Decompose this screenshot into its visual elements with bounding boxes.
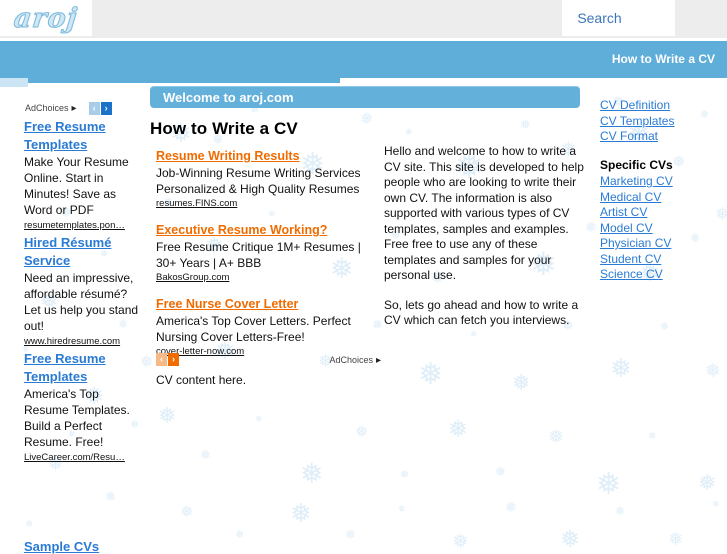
nav-section-heading: Specific CVs <box>600 157 673 172</box>
ad-title[interactable]: Free Resume Templates <box>24 118 142 154</box>
ad-item: Hired Résumé Service Need an impressive, … <box>24 234 142 349</box>
ad-url[interactable]: www.hiredresume.com <box>24 334 142 349</box>
nav-link-student-cv[interactable]: Student CV <box>600 252 727 268</box>
mid-ad-footer: ‹ › AdChoices ▸ <box>156 352 381 366</box>
welcome-bar: Welcome to aroj.com <box>150 86 580 108</box>
ad-url[interactable]: LiveCareer.com/Resu… <box>24 450 142 465</box>
ad-body: Job-Winning Resume Writing Services Pers… <box>156 166 361 196</box>
nav-link-science-cv[interactable]: Science CV <box>600 267 727 283</box>
ad-title[interactable]: Resume Writing Results <box>156 148 378 165</box>
ad-url[interactable]: BakosGroup.com <box>156 271 378 285</box>
left-ad-prev-button[interactable]: ‹ <box>88 101 100 115</box>
ad-url[interactable]: resumes.FINS.com <box>156 197 378 211</box>
ad-body: America's Top Cover Letters. Perfect Nur… <box>156 314 351 344</box>
article-body: Hello and welcome to how to write a CV s… <box>384 144 591 343</box>
nav-link-medical-cv[interactable]: Medical CV <box>600 190 727 206</box>
welcome-bar-text: Welcome to aroj.com <box>163 89 294 105</box>
nav-link-artist-cv[interactable]: Artist CV <box>600 205 727 221</box>
article-paragraph: Hello and welcome to how to write a CV s… <box>384 144 584 282</box>
adchoices-label[interactable]: AdChoices <box>25 103 69 113</box>
ad-title[interactable]: Hired Résumé Service <box>24 234 142 270</box>
left-ad-column: AdChoices ▸ ‹ › Free Resume Templates Mak… <box>0 96 148 554</box>
ad-title[interactable]: Free Nurse Cover Letter <box>156 296 378 313</box>
mid-adchoices-group: AdChoices ▸ <box>329 352 381 366</box>
ad-body: Free Resume Critique 1M+ Resumes | 30+ Y… <box>156 240 361 270</box>
nav-link-model-cv[interactable]: Model CV <box>600 221 727 237</box>
ad-item: Resume Writing Results Job-Winning Resume… <box>156 148 378 211</box>
main-content: Welcome to aroj.com How to Write a CV Re… <box>150 86 590 387</box>
ad-url[interactable]: resumetemplates.pon… <box>24 218 142 233</box>
left-ad-list: Free Resume Templates Make Your Resume On… <box>24 118 142 466</box>
nav-link-marketing-cv[interactable]: Marketing CV <box>600 174 727 190</box>
mid-ad-next-button[interactable]: › <box>168 352 179 366</box>
ad-item: Free Resume Templates America's Top Resum… <box>24 350 142 465</box>
ad-title[interactable]: Free Resume Templates <box>24 350 142 386</box>
cv-content-note: CV content here. <box>156 373 247 387</box>
ad-body: America's Top Resume Templates. Build a … <box>24 387 130 449</box>
left-ad-next-button[interactable]: › <box>100 101 112 115</box>
ad-item: Free Nurse Cover Letter America's Top Cov… <box>156 296 378 359</box>
nav-link-physician-cv[interactable]: Physician CV <box>600 236 727 252</box>
nav-link-cv-format[interactable]: CV Format <box>600 129 727 145</box>
adchoices-triangle-icon[interactable]: ▸ <box>72 103 77 114</box>
left-adchoices-bar: AdChoices ▸ ‹ › <box>25 101 145 115</box>
nav-link-cv-templates[interactable]: CV Templates <box>600 114 727 130</box>
mid-ad-prev-button[interactable]: ‹ <box>156 352 167 366</box>
page-title: How to Write a CV <box>150 119 298 138</box>
mid-ad-nav: ‹ › <box>156 352 180 366</box>
nav-link-cv-definition[interactable]: CV Definition <box>600 98 727 114</box>
adchoices-label[interactable]: AdChoices <box>329 355 373 365</box>
right-nav-column: CV Definition CV Templates CV Format Specif… <box>600 98 727 283</box>
mid-ad-list: Resume Writing Results Job-Winning Resume… <box>156 148 378 370</box>
ad-item: Free Resume Templates Make Your Resume On… <box>24 118 142 233</box>
ad-body: Make Your Resume Online. Start in Minute… <box>24 155 129 217</box>
left-ad-nav: ‹ › <box>88 101 113 115</box>
ad-body: Need an impressive, affordable résumé? L… <box>24 271 139 333</box>
left-cutoff-heading[interactable]: Sample CVs <box>24 539 99 554</box>
ad-item: Executive Resume Working? Free Resume Cri… <box>156 222 378 285</box>
adchoices-triangle-icon[interactable]: ▸ <box>376 355 381 366</box>
article-paragraph: So, lets go ahead and how to write a CV … <box>384 297 579 328</box>
ad-title[interactable]: Executive Resume Working? <box>156 222 378 239</box>
